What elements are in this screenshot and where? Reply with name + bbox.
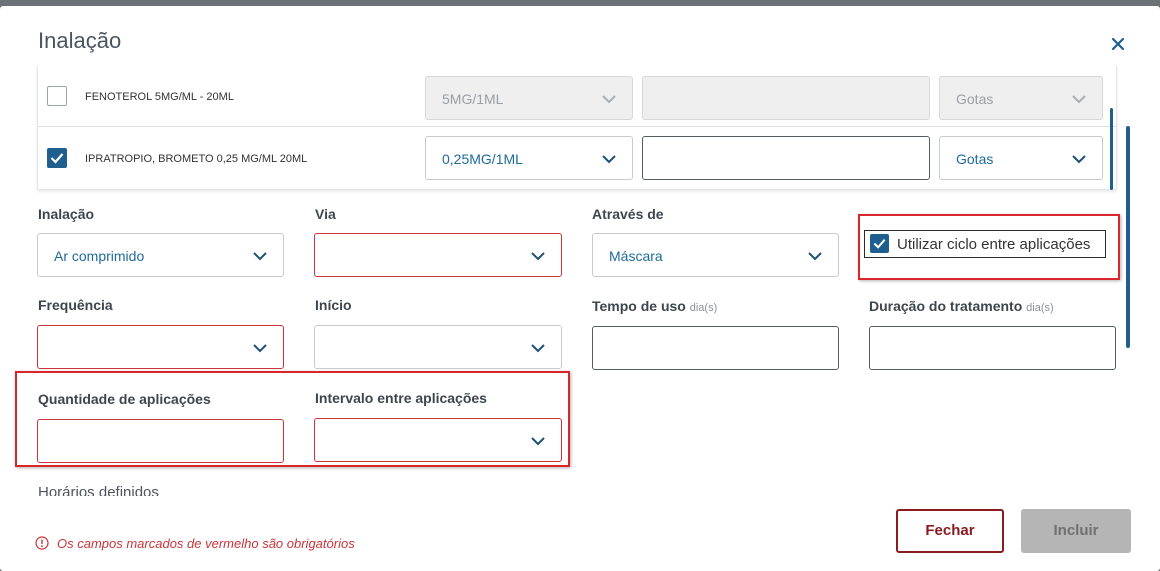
medication-name: FENOTEROL 5MG/ML - 20ML [85,91,234,103]
dose-value: 0,25MG/1ML [442,151,523,167]
dose-select[interactable]: 0,25MG/1ML [425,136,633,180]
info-icon [35,536,49,550]
required-note-text: Os campos marcados de vermelho são obrig… [57,536,355,551]
medication-checkbox[interactable] [47,86,67,106]
medication-checkbox[interactable] [47,148,67,168]
atraves-select[interactable]: Máscara [592,233,839,277]
duracao-label: Duração do tratamento dia(s) [869,298,1054,314]
medication-row: IPRATROPIO, BROMETO 0,25 MG/ML 20ML 0,25… [38,128,1116,189]
quantidade-input[interactable] [37,419,284,463]
chevron-down-icon [531,344,545,353]
quantidade-label: Quantidade de aplicações [38,391,211,407]
unit-value: Gotas [956,91,994,107]
duracao-unit: dia(s) [1026,302,1054,314]
via-select[interactable] [314,233,562,277]
medication-row: FENOTEROL 5MG/ML - 20ML 5MG/1ML Gotas [38,66,1116,127]
tempo-label-text: Tempo de uso [592,298,686,314]
checkmark-icon [50,153,64,164]
inicio-select[interactable] [314,325,562,369]
via-label: Via [315,206,336,222]
frequencia-select[interactable] [37,325,284,369]
modal-title: Inalação [38,28,122,53]
ciclo-toggle[interactable]: Utilizar ciclo entre aplicações [864,230,1106,258]
chevron-down-icon [602,95,616,104]
tempo-input[interactable] [592,326,839,370]
horarios-heading: Horários definidos [38,482,238,496]
inalacao-value: Ar comprimido [54,248,145,264]
horarios-label: Horários definidos [38,484,159,496]
chevron-down-icon [602,155,616,164]
dose-select: 5MG/1ML [425,76,633,120]
chevron-down-icon [253,344,267,353]
intervalo-label: Intervalo entre aplicações [315,390,487,406]
unit-select: Gotas [939,76,1103,120]
ciclo-label: Utilizar ciclo entre aplicações [897,236,1091,253]
dose-value: 5MG/1ML [442,91,504,107]
modal-scrollbar[interactable] [1126,126,1130,348]
unit-value: Gotas [956,151,994,167]
checkmark-icon [873,239,886,249]
ciclo-checkbox[interactable] [870,234,889,253]
frequencia-label: Frequência [38,297,113,313]
chevron-down-icon [531,252,545,261]
inhalation-modal: Inalação FENOTEROL 5MG/ML - 20ML 5MG/1ML… [0,6,1160,571]
tempo-label: Tempo de uso dia(s) [592,298,717,314]
inalacao-select[interactable]: Ar comprimido [37,233,284,277]
duracao-label-text: Duração do tratamento [869,298,1023,314]
medication-table: FENOTEROL 5MG/ML - 20ML 5MG/1ML Gotas IP… [37,66,1117,190]
atraves-label: Através de [592,206,664,222]
chevron-down-icon [1072,95,1086,104]
inalacao-label: Inalação [38,206,95,222]
quantity-input[interactable] [642,136,930,180]
atraves-value: Máscara [609,248,663,264]
chevron-down-icon [531,437,545,446]
duracao-input[interactable] [869,326,1116,370]
chevron-down-icon [808,252,822,261]
intervalo-select[interactable] [314,418,562,462]
chevron-down-icon [1072,155,1086,164]
unit-select[interactable]: Gotas [939,136,1103,180]
table-scrollbar[interactable] [1110,108,1113,190]
close-icon[interactable] [1108,34,1128,54]
include-button[interactable]: Incluir [1021,509,1131,553]
inicio-label: Início [315,297,352,313]
chevron-down-icon [253,252,267,261]
tempo-unit: dia(s) [689,302,718,314]
quantity-input [642,76,930,120]
medication-name: IPRATROPIO, BROMETO 0,25 MG/ML 20ML [85,153,308,165]
close-button[interactable]: Fechar [896,509,1004,553]
required-note: Os campos marcados de vermelho são obrig… [35,536,355,551]
